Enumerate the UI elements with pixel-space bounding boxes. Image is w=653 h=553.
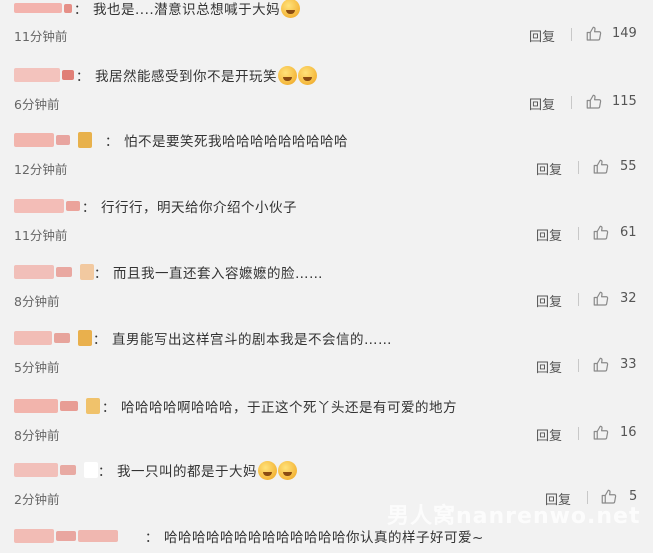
username-blurred[interactable] xyxy=(14,265,74,279)
comment-line: ： 行行行，明天给你介绍个小伙子 xyxy=(0,195,297,217)
comment-time: 5分钟前 xyxy=(14,360,60,375)
reply-button[interactable]: 回复 xyxy=(529,94,555,113)
laughing-emoji-icon xyxy=(258,460,278,480)
username-blurred[interactable] xyxy=(14,68,76,82)
like-count: 149 xyxy=(612,26,637,41)
comment-line: ： 而且我一直还套入容嬷嬷的脸…… xyxy=(0,261,323,283)
comment-time: 8分钟前 xyxy=(14,428,60,443)
avatar-badge xyxy=(86,398,100,414)
comment-time: 12分钟前 xyxy=(14,162,68,177)
comment-text: 而且我一直还套入容嬷嬷的脸…… xyxy=(113,266,324,282)
comment-time: 11分钟前 xyxy=(14,29,68,44)
reply-button[interactable]: 回复 xyxy=(536,159,562,178)
comment-text: 怕不是要笑死我哈哈哈哈哈哈哈哈哈 xyxy=(124,134,348,150)
comment-text: 我居然能感受到你不是开玩笑 xyxy=(95,69,278,85)
username-blurred[interactable] xyxy=(14,529,120,543)
watermark: 男人窝nanrenwo.net xyxy=(387,504,641,529)
divider xyxy=(578,359,579,372)
comment-line: ： 直男能写出这样宫斗的剧本我是不会信的…… xyxy=(0,327,392,349)
colon-separator: ： xyxy=(104,134,118,150)
comment-text: 我一只叫的都是于大妈 xyxy=(117,464,258,480)
comment-text: 行行行，明天给你介绍个小伙子 xyxy=(101,200,298,216)
comment-text: 哈哈哈哈啊哈哈哈，于正这个死丫头还是有可爱的地方 xyxy=(121,400,457,416)
divider xyxy=(571,28,572,41)
comment-time: 6分钟前 xyxy=(14,97,60,112)
reply-button[interactable]: 回复 xyxy=(536,225,562,244)
thumbs-up-icon[interactable] xyxy=(585,93,603,111)
comment-line: ： 我居然能感受到你不是开玩笑 xyxy=(0,64,318,86)
avatar-badge xyxy=(78,330,92,346)
reply-button[interactable]: 回复 xyxy=(529,26,555,45)
laughing-emoji-icon xyxy=(298,65,318,85)
comment-line: ： 我也是....潜意识总想喊于大妈 xyxy=(0,0,301,19)
thumbs-up-icon[interactable] xyxy=(592,158,610,176)
comment-time: 2分钟前 xyxy=(14,492,60,507)
colon-separator: ： xyxy=(76,69,90,85)
colon-separator: ： xyxy=(94,266,108,282)
avatar-badge xyxy=(78,132,92,148)
reply-button[interactable]: 回复 xyxy=(536,357,562,376)
divider xyxy=(578,161,579,174)
username-blurred[interactable] xyxy=(14,463,78,477)
divider xyxy=(578,427,579,440)
comment-time: 8分钟前 xyxy=(14,294,60,309)
avatar-badge xyxy=(84,462,98,478)
colon-separator: ： xyxy=(144,530,158,546)
like-count: 115 xyxy=(612,94,637,109)
like-count: 33 xyxy=(620,357,637,372)
comment-time: 11分钟前 xyxy=(14,228,68,243)
colon-separator: ： xyxy=(92,332,106,348)
divider xyxy=(578,227,579,240)
like-count: 32 xyxy=(620,291,637,306)
laughing-emoji-icon xyxy=(281,0,301,18)
username-blurred[interactable] xyxy=(14,133,72,147)
username-blurred[interactable] xyxy=(14,199,82,213)
like-count: 55 xyxy=(620,159,637,174)
thumbs-up-icon[interactable] xyxy=(592,290,610,308)
comment-text: 我也是....潜意识总想喊于大妈 xyxy=(93,2,281,18)
thumbs-up-icon[interactable] xyxy=(592,424,610,442)
divider xyxy=(571,96,572,109)
username-blurred[interactable] xyxy=(14,1,74,15)
colon-separator: ： xyxy=(82,200,96,216)
username-blurred[interactable] xyxy=(14,399,80,413)
thumbs-up-icon[interactable] xyxy=(592,356,610,374)
colon-separator: ： xyxy=(74,2,88,18)
divider xyxy=(578,293,579,306)
thumbs-up-icon[interactable] xyxy=(585,25,603,43)
reply-button[interactable]: 回复 xyxy=(536,291,562,310)
laughing-emoji-icon xyxy=(278,65,298,85)
like-count: 16 xyxy=(620,425,637,440)
comment-line: ： 怕不是要笑死我哈哈哈哈哈哈哈哈哈 xyxy=(0,129,348,151)
comment-line: ： 哈哈哈哈啊哈哈哈，于正这个死丫头还是有可爱的地方 xyxy=(0,395,457,417)
laughing-emoji-icon xyxy=(278,460,298,480)
colon-separator: ： xyxy=(101,400,115,416)
like-count: 61 xyxy=(620,225,637,240)
comment-text: 直男能写出这样宫斗的剧本我是不会信的…… xyxy=(112,332,392,348)
reply-button[interactable]: 回复 xyxy=(536,425,562,444)
colon-separator: ： xyxy=(98,464,112,480)
comment-line: ： 我一只叫的都是于大妈 xyxy=(0,459,298,481)
avatar-badge xyxy=(80,264,94,280)
thumbs-up-icon[interactable] xyxy=(592,224,610,242)
username-blurred[interactable] xyxy=(14,331,72,345)
